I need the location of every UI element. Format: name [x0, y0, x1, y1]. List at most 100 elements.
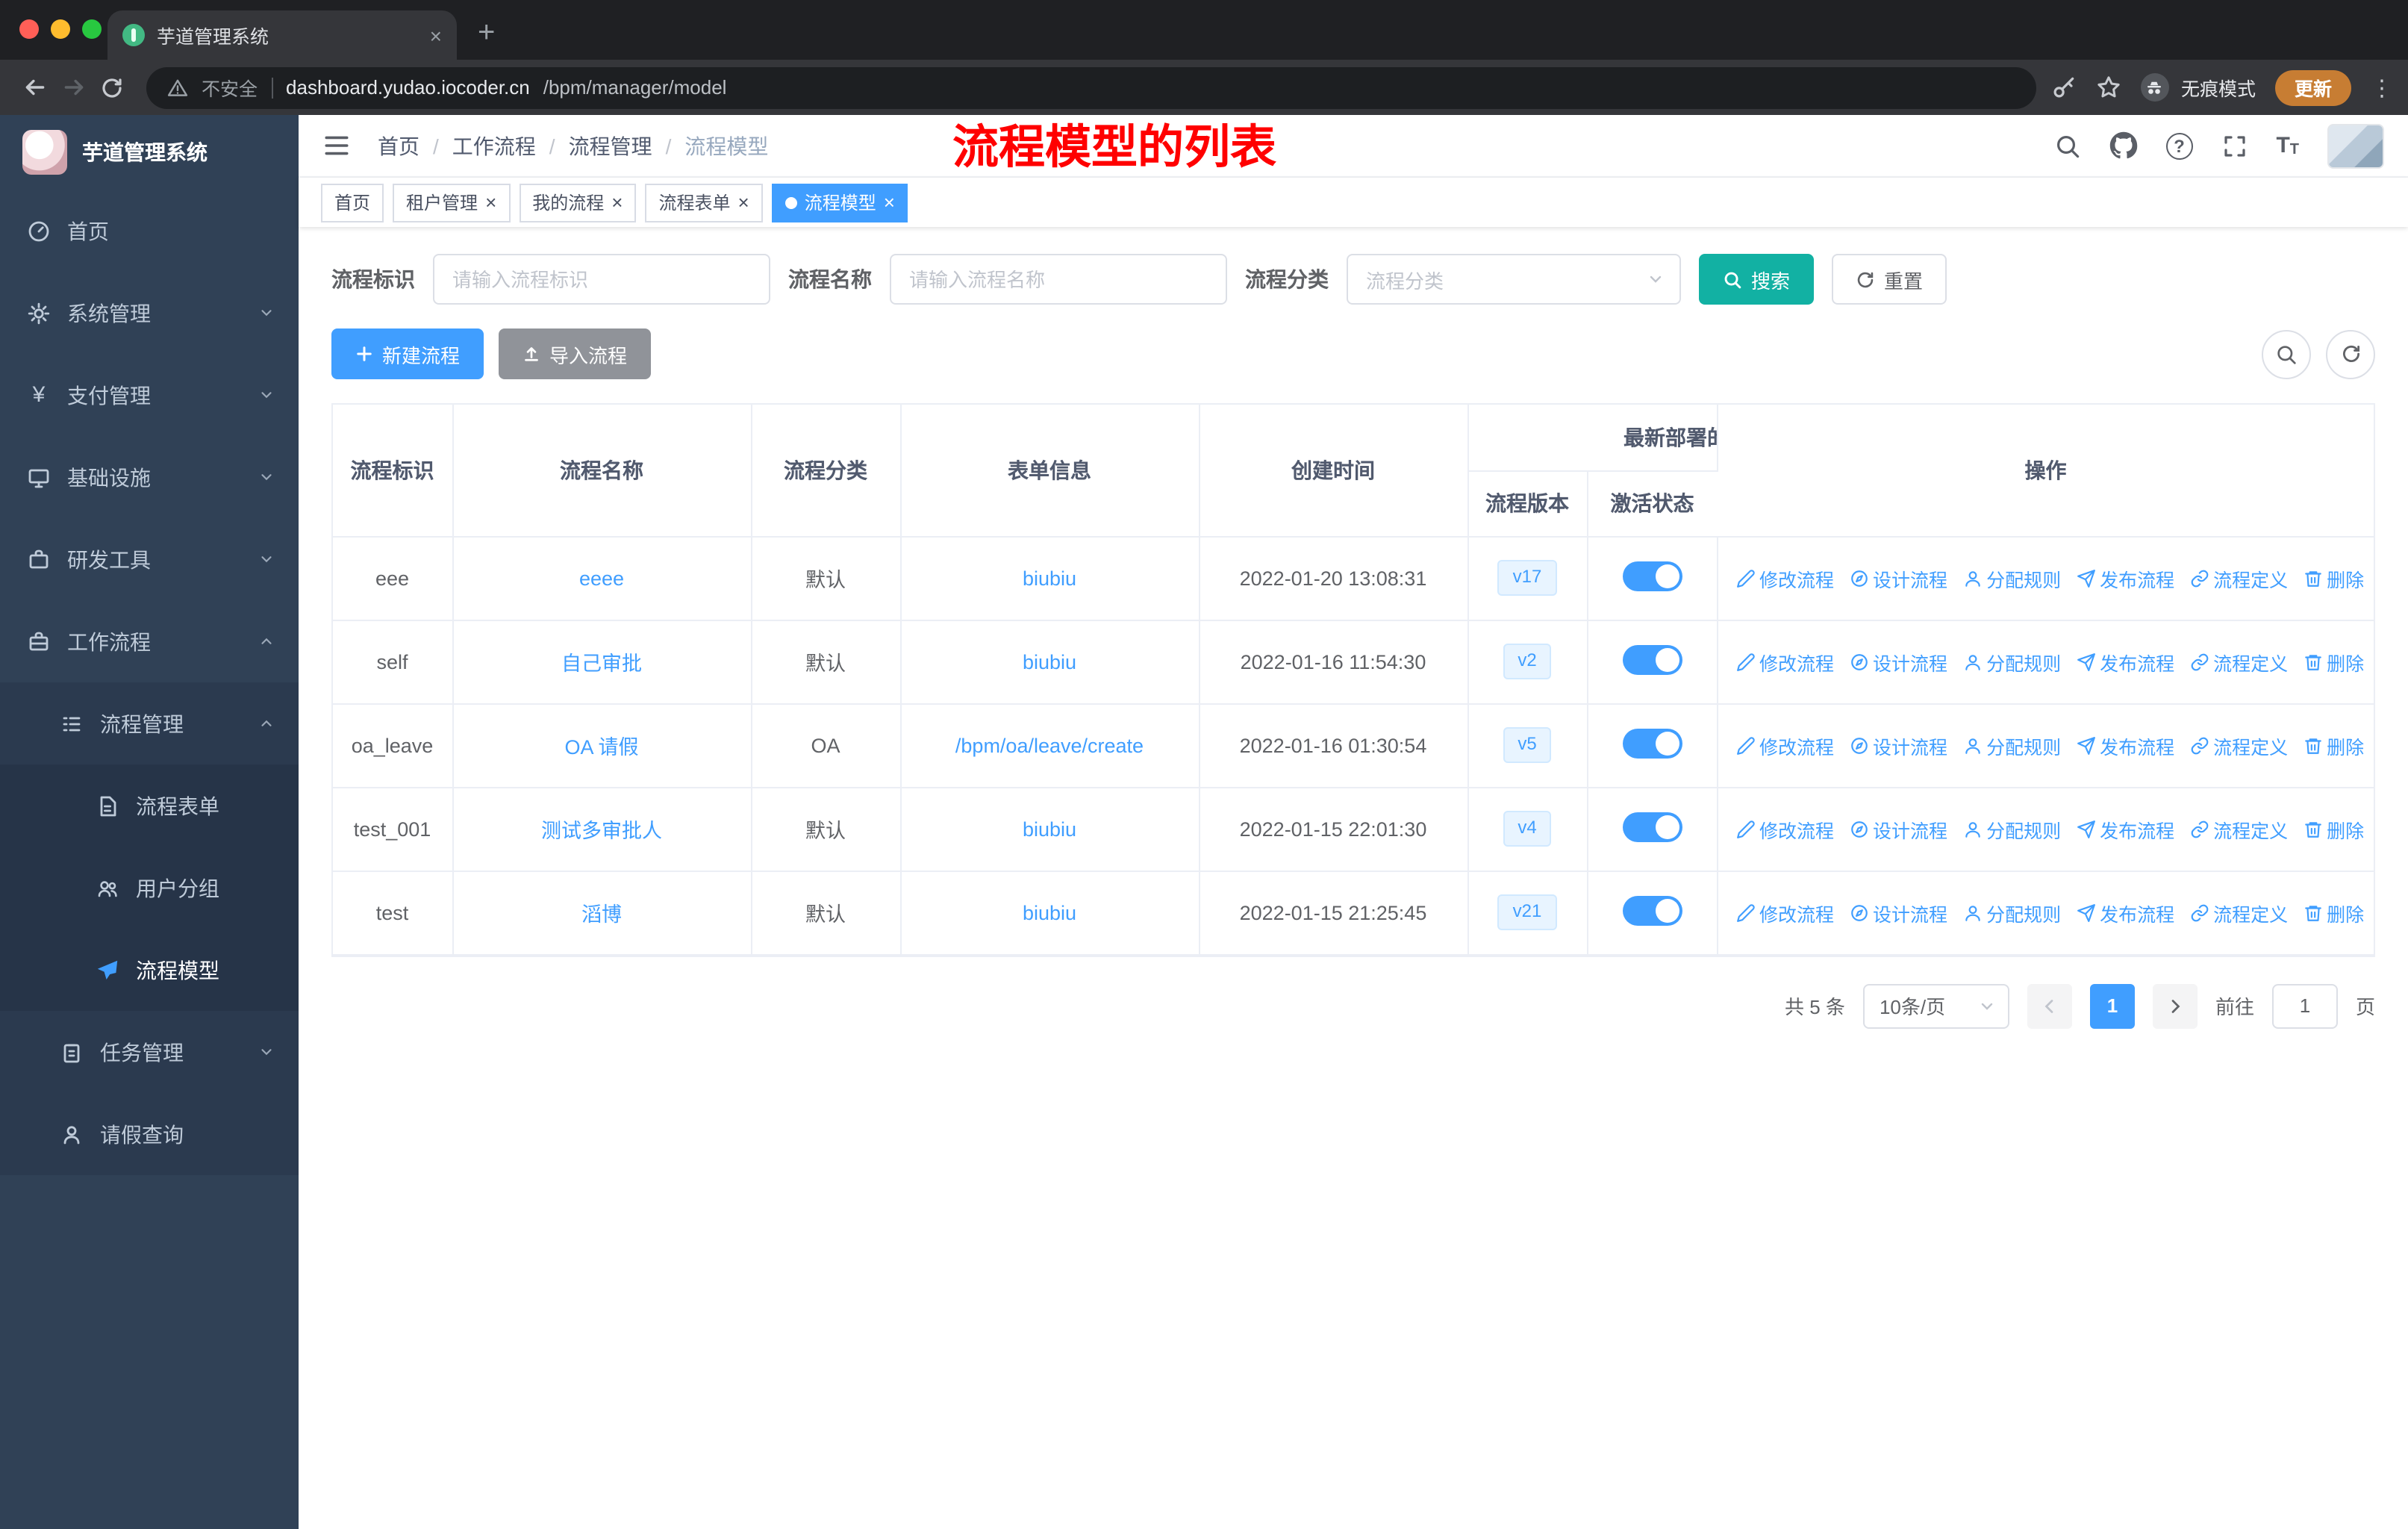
- browser-menu-icon[interactable]: ⋮: [2371, 74, 2393, 101]
- version-badge[interactable]: v21: [1497, 894, 1557, 930]
- delete-action[interactable]: 删除: [2303, 898, 2364, 927]
- browser-tab[interactable]: 芋道管理系统 ×: [107, 10, 457, 60]
- assign-rule-action[interactable]: 分配规则: [1962, 647, 2061, 676]
- edit-process-action[interactable]: 修改流程: [1735, 731, 1834, 759]
- edit-process-action[interactable]: 修改流程: [1735, 564, 1834, 592]
- assign-rule-action[interactable]: 分配规则: [1962, 898, 2061, 927]
- form-info-link[interactable]: biubiu: [1023, 567, 1076, 589]
- incognito-chip[interactable]: 无痕模式: [2140, 73, 2256, 102]
- design-process-action[interactable]: 设计流程: [1849, 731, 1947, 759]
- category-select[interactable]: 流程分类: [1347, 254, 1681, 305]
- reset-button[interactable]: 重置: [1832, 254, 1947, 305]
- zoom-window-button[interactable]: [82, 19, 102, 39]
- publish-process-action[interactable]: 发布流程: [2076, 564, 2174, 592]
- assign-rule-action[interactable]: 分配规则: [1962, 564, 2061, 592]
- show-search-button[interactable]: [2262, 329, 2311, 379]
- active-toggle[interactable]: [1622, 728, 1682, 758]
- goto-page-input[interactable]: [2271, 983, 2338, 1028]
- search-icon[interactable]: [2053, 132, 2080, 159]
- publish-process-action[interactable]: 发布流程: [2076, 647, 2174, 676]
- version-badge[interactable]: v4: [1503, 811, 1552, 847]
- edit-process-action[interactable]: 修改流程: [1735, 647, 1834, 676]
- page-size-select[interactable]: 10条/页: [1862, 983, 2009, 1028]
- process-name-input[interactable]: [890, 254, 1227, 305]
- process-definition-action[interactable]: 流程定义: [2189, 647, 2288, 676]
- back-button[interactable]: [15, 75, 54, 100]
- help-icon[interactable]: ?: [2165, 132, 2193, 159]
- app-logo[interactable]: 芋道管理系统: [0, 115, 299, 190]
- sidebar-item-infrastructure[interactable]: 基础设施: [0, 436, 299, 518]
- publish-process-action[interactable]: 发布流程: [2076, 898, 2174, 927]
- delete-action[interactable]: 删除: [2303, 564, 2364, 592]
- tag-close-icon[interactable]: ×: [611, 193, 623, 212]
- sidebar-item-process-model[interactable]: 流程模型: [0, 929, 299, 1011]
- create-process-button[interactable]: 新建流程: [331, 328, 484, 379]
- assign-rule-action[interactable]: 分配规则: [1962, 815, 2061, 843]
- bookmark-star-icon[interactable]: [2096, 75, 2121, 100]
- fullscreen-icon[interactable]: [2221, 132, 2248, 159]
- password-key-icon[interactable]: [2051, 75, 2077, 100]
- tag-tenant[interactable]: 租户管理 ×: [393, 183, 511, 222]
- sidebar-item-user-group[interactable]: 用户分组: [0, 847, 299, 929]
- import-process-button[interactable]: 导入流程: [499, 328, 652, 379]
- sidebar-item-process-form[interactable]: 流程表单: [0, 764, 299, 847]
- process-definition-action[interactable]: 流程定义: [2189, 731, 2288, 759]
- sidebar-item-task-management[interactable]: 任务管理: [0, 1011, 299, 1093]
- assign-rule-action[interactable]: 分配规则: [1962, 731, 2061, 759]
- refresh-table-button[interactable]: [2326, 329, 2375, 379]
- tab-close-icon[interactable]: ×: [430, 25, 442, 46]
- design-process-action[interactable]: 设计流程: [1849, 815, 1947, 843]
- publish-process-action[interactable]: 发布流程: [2076, 731, 2174, 759]
- form-info-link[interactable]: biubiu: [1023, 650, 1076, 673]
- sidebar-item-system[interactable]: 系统管理: [0, 272, 299, 354]
- page-number-button[interactable]: 1: [2089, 983, 2135, 1028]
- active-toggle[interactable]: [1622, 561, 1682, 591]
- design-process-action[interactable]: 设计流程: [1849, 647, 1947, 676]
- version-badge[interactable]: v2: [1503, 644, 1552, 679]
- font-size-icon[interactable]: TT: [2276, 133, 2299, 158]
- publish-process-action[interactable]: 发布流程: [2076, 815, 2174, 843]
- browser-update-button[interactable]: 更新: [2274, 69, 2351, 105]
- tag-my-process[interactable]: 我的流程 ×: [519, 183, 637, 222]
- form-info-link[interactable]: /bpm/oa/leave/create: [955, 734, 1144, 756]
- form-info-link[interactable]: biubiu: [1023, 818, 1076, 840]
- sidebar-item-payment[interactable]: ¥ 支付管理: [0, 354, 299, 436]
- process-definition-action[interactable]: 流程定义: [2189, 898, 2288, 927]
- process-name-link[interactable]: 滔博: [581, 903, 622, 926]
- design-process-action[interactable]: 设计流程: [1849, 564, 1947, 592]
- sidebar-item-home[interactable]: 首页: [0, 190, 299, 272]
- close-window-button[interactable]: [19, 19, 39, 39]
- delete-action[interactable]: 删除: [2303, 731, 2364, 759]
- tag-home[interactable]: 首页: [321, 183, 384, 222]
- new-tab-button[interactable]: +: [478, 18, 495, 48]
- breadcrumb-item[interactable]: 流程管理: [569, 131, 652, 161]
- tag-process-model[interactable]: 流程模型 ×: [771, 183, 908, 222]
- process-name-link[interactable]: OA 请假: [564, 736, 638, 759]
- active-toggle[interactable]: [1622, 895, 1682, 925]
- breadcrumb-item[interactable]: 首页: [378, 131, 419, 161]
- address-bar[interactable]: 不安全 dashboard.yudao.iocoder.cn/bpm/manag…: [146, 66, 2036, 108]
- user-avatar[interactable]: [2327, 123, 2384, 168]
- delete-action[interactable]: 删除: [2303, 647, 2364, 676]
- version-badge[interactable]: v5: [1503, 727, 1552, 763]
- search-button[interactable]: 搜索: [1699, 254, 1815, 305]
- process-name-link[interactable]: 测试多审批人: [541, 820, 662, 842]
- minimize-window-button[interactable]: [51, 19, 70, 39]
- design-process-action[interactable]: 设计流程: [1849, 898, 1947, 927]
- form-info-link[interactable]: biubiu: [1023, 901, 1076, 924]
- active-toggle[interactable]: [1622, 644, 1682, 674]
- process-name-link[interactable]: eeee: [579, 567, 624, 589]
- delete-action[interactable]: 删除: [2303, 815, 2364, 843]
- version-badge[interactable]: v17: [1497, 560, 1557, 596]
- tag-process-form[interactable]: 流程表单 ×: [645, 183, 763, 222]
- reload-button[interactable]: [93, 75, 131, 99]
- tag-close-icon[interactable]: ×: [884, 193, 895, 212]
- hamburger-icon[interactable]: [322, 131, 351, 160]
- edit-process-action[interactable]: 修改流程: [1735, 898, 1834, 927]
- forward-button[interactable]: [54, 75, 93, 100]
- sidebar-item-process-management[interactable]: 流程管理: [0, 682, 299, 764]
- process-definition-action[interactable]: 流程定义: [2189, 564, 2288, 592]
- sidebar-item-leave-query[interactable]: 请假查询: [0, 1093, 299, 1175]
- sidebar-item-workflow[interactable]: 工作流程: [0, 600, 299, 682]
- github-icon[interactable]: [2109, 131, 2137, 160]
